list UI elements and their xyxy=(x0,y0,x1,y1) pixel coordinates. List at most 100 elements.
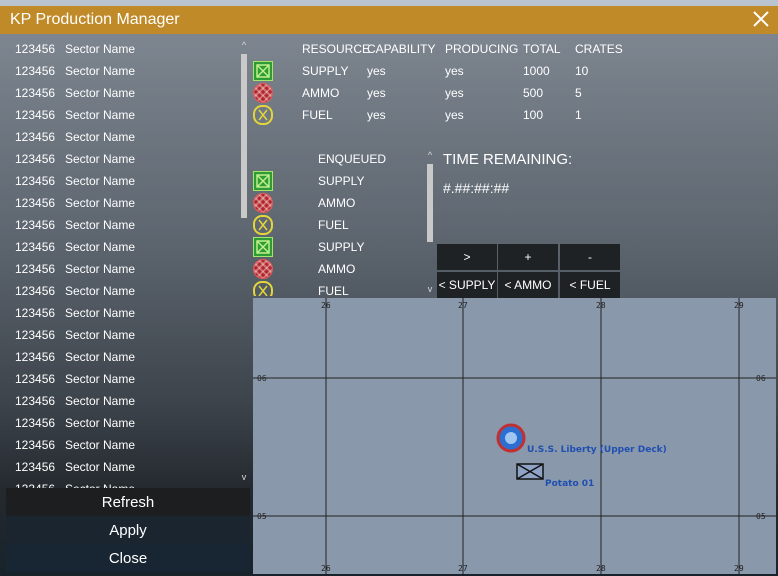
queue-item-label: SUPPLY xyxy=(318,240,365,254)
infantry-marker-icon[interactable] xyxy=(516,463,544,480)
sector-row[interactable]: 123456Sector Name xyxy=(6,170,238,192)
sector-row[interactable]: 123456Sector Name xyxy=(6,456,238,478)
sector-name: Sector Name xyxy=(65,350,136,364)
sector-list: 123456 Sector Name 123456 Sector Name 123456… xyxy=(6,38,238,488)
queue-item[interactable]: SUPPLY xyxy=(252,236,424,258)
sector-row[interactable]: 123456Sector Name xyxy=(6,390,238,412)
add-button[interactable]: + xyxy=(498,244,558,270)
sector-map[interactable]: 26 27 28 29 26 27 28 29 06 05 06 05 U.S.… xyxy=(253,298,776,574)
sector-id: 123456 xyxy=(15,416,56,430)
enqueue-supply-button[interactable]: < SUPPLY xyxy=(437,272,497,298)
queue-scrollbar-thumb[interactable] xyxy=(427,164,433,242)
sector-id: 123456 xyxy=(15,394,56,408)
sector-name: Sector Name xyxy=(65,262,136,276)
queue-item[interactable]: AMMO xyxy=(252,192,424,214)
sector-name: Sector Name xyxy=(65,64,136,78)
enqueue-ammo-button[interactable]: < AMMO xyxy=(498,272,558,298)
queue-header: ENQUEUED xyxy=(318,152,387,166)
resource-row: FUEL yes yes 100 1 xyxy=(252,104,632,126)
remove-button[interactable]: - xyxy=(560,244,620,270)
queue-item-label: AMMO xyxy=(318,196,356,210)
queue-item[interactable]: AMMO xyxy=(252,258,424,280)
sector-row[interactable]: 123456 Sector Name xyxy=(6,60,238,82)
resource-capability: yes xyxy=(367,108,386,122)
sector-row[interactable]: 123456Sector Name xyxy=(6,368,238,390)
sector-name: Sector Name xyxy=(65,328,136,342)
queue-item[interactable]: SUPPLY xyxy=(252,170,424,192)
ammo-icon xyxy=(253,83,273,103)
sector-id: 123456 xyxy=(15,262,56,276)
scrollbar-thumb[interactable] xyxy=(241,54,247,218)
sector-row[interactable]: 123456Sector Name xyxy=(6,104,238,126)
sector-row[interactable]: 123456 Sector Name xyxy=(6,258,238,280)
queue-scroll-up-icon[interactable]: ^ xyxy=(425,150,435,160)
queue-scrollbar[interactable]: ^ v xyxy=(425,150,435,296)
sector-id: 123456 xyxy=(15,350,56,364)
sector-row[interactable]: 123456Sector Name xyxy=(6,412,238,434)
apply-button[interactable]: Apply xyxy=(6,516,250,544)
header-resource: RESOURCE xyxy=(302,42,371,56)
sector-id: 123456 xyxy=(15,328,56,342)
map-row-label: 06 xyxy=(756,374,766,383)
queue-item-label: AMMO xyxy=(318,262,356,276)
resource-name: SUPPLY xyxy=(302,64,349,78)
sector-id: 123456 xyxy=(15,284,56,298)
map-col-label: 27 xyxy=(458,301,468,310)
header-crates: CRATES xyxy=(575,42,623,56)
refresh-button[interactable]: Refresh xyxy=(6,488,250,516)
sector-row[interactable]: 123456Sector Name xyxy=(6,148,238,170)
sector-id: 123456 xyxy=(15,460,56,474)
fuel-icon xyxy=(253,215,273,235)
fuel-icon xyxy=(253,105,273,125)
resource-total: 100 xyxy=(523,108,544,122)
queue-item[interactable]: FUEL xyxy=(252,214,424,236)
sector-row[interactable]: 123456Sector Name xyxy=(6,236,238,258)
sector-row[interactable]: 123456Sector Name xyxy=(6,434,238,456)
queue-item-label: FUEL xyxy=(318,218,349,232)
close-button[interactable]: Close xyxy=(6,544,250,572)
sector-id: 123456 xyxy=(15,130,56,144)
sector-name: Sector Name xyxy=(65,240,136,254)
sector-row[interactable]: 123456Sector Name xyxy=(6,478,238,488)
sector-row[interactable]: 123456Sector Name xyxy=(6,126,238,148)
map-col-label: 29 xyxy=(734,301,744,310)
ship-marker-label: U.S.S. Liberty (Upper Deck) xyxy=(527,445,667,455)
sector-id: 123456 xyxy=(15,174,56,188)
map-row-label: 06 xyxy=(257,374,267,383)
resource-producing: yes xyxy=(445,108,464,122)
sector-row[interactable]: 123456Sector Name xyxy=(6,280,238,302)
sector-scrollbar[interactable]: ^ v xyxy=(239,40,249,486)
sector-row[interactable]: 123456Sector Name xyxy=(6,82,238,104)
scroll-down-icon[interactable]: v xyxy=(239,472,249,482)
sector-row[interactable]: 123456Sector Name xyxy=(6,192,238,214)
resource-name: AMMO xyxy=(302,86,340,100)
queue-scroll-down-icon[interactable]: v xyxy=(425,284,435,294)
resource-crates: 1 xyxy=(575,108,582,122)
sector-row[interactable]: 123456Sector Name xyxy=(6,302,238,324)
supply-icon xyxy=(253,61,273,81)
sector-name: Sector Name xyxy=(65,218,136,232)
header-capability: CAPABILITY xyxy=(367,42,436,56)
enqueue-fuel-button[interactable]: < FUEL xyxy=(560,272,620,298)
sector-id: 123456 xyxy=(15,108,56,122)
resource-crates: 5 xyxy=(575,86,582,100)
scroll-up-icon[interactable]: ^ xyxy=(239,40,249,50)
sector-id: 123456 xyxy=(15,306,56,320)
queue-item[interactable]: FUEL xyxy=(252,280,424,296)
sector-id: 123456 xyxy=(15,42,56,56)
resource-total: 1000 xyxy=(523,64,550,78)
next-button[interactable]: > xyxy=(437,244,497,270)
map-canvas[interactable]: 26 27 28 29 26 27 28 29 06 05 06 05 U.S.… xyxy=(253,298,776,574)
sector-id: 123456 xyxy=(15,64,56,78)
ship-marker-icon[interactable] xyxy=(496,423,526,453)
infantry-marker-label: Potato 01 xyxy=(545,479,594,489)
sector-row[interactable]: 123456Sector Name xyxy=(6,38,238,60)
header-producing: PRODUCING xyxy=(445,42,519,56)
time-remaining-value: #.##:##:## xyxy=(443,180,510,196)
sector-name: Sector Name xyxy=(65,372,136,386)
sector-row[interactable]: 123456 Sector Name xyxy=(6,346,238,368)
sector-row[interactable]: 123456 Sector Name xyxy=(6,324,238,346)
close-icon[interactable] xyxy=(750,8,772,30)
resource-producing: yes xyxy=(445,64,464,78)
sector-row[interactable]: 123456Sector Name xyxy=(6,214,238,236)
